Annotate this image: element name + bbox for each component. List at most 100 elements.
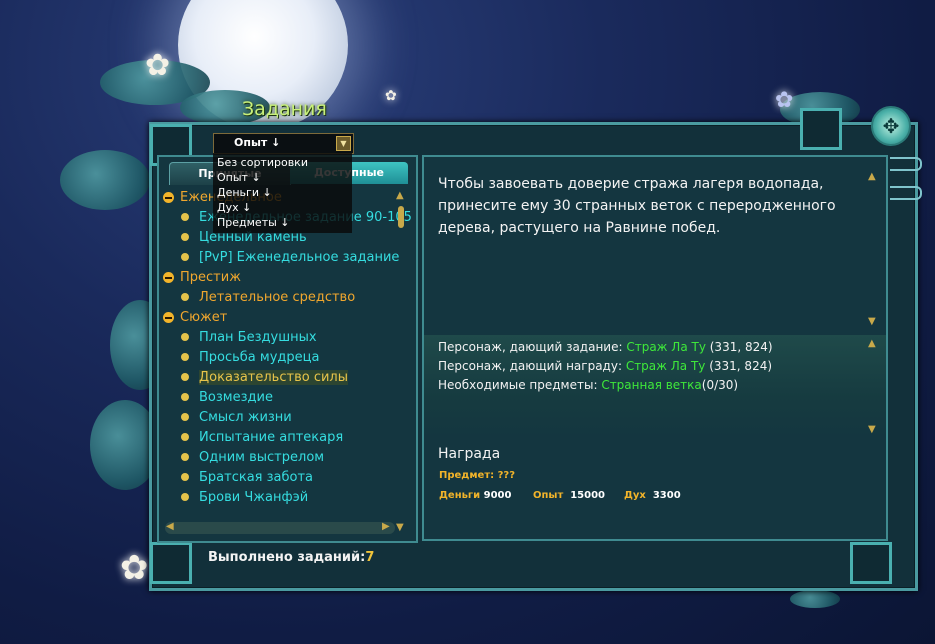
scroll-down-icon[interactable]: ▼ [396, 522, 408, 533]
sort-option-money[interactable]: Деньги ↓ [217, 186, 272, 199]
category-label: Сюжет [180, 310, 228, 325]
quest-label: Возмездие [199, 390, 273, 405]
reward-item-value[interactable]: ??? [498, 470, 515, 481]
required-items-line: Необходимые предметы: Странная ветка(0/3… [438, 378, 738, 392]
quest-item[interactable]: Одним выстрелом [181, 450, 325, 465]
reward-exp: Опыт 15000 [533, 490, 605, 501]
scroll-thumb[interactable] [398, 206, 404, 228]
sort-option-items[interactable]: Предметы ↓ [217, 216, 290, 229]
collapse-icon[interactable] [163, 272, 174, 283]
quest-item[interactable]: Братская забота [181, 470, 314, 485]
lotus-flower-icon: ✿ [775, 88, 794, 113]
lotus-flower-icon: ✿ [120, 548, 149, 588]
quest-item[interactable]: Смысл жизни [181, 410, 292, 425]
scroll-right-icon[interactable]: ▶ [382, 521, 394, 532]
required-item-name[interactable]: Странная ветка [601, 378, 701, 392]
required-items-label: Необходимые предметы: [438, 378, 602, 392]
quest-item[interactable]: Возмездие [181, 390, 273, 405]
quest-label: Просьба мудреца [199, 350, 320, 365]
reward-money: Деньги 9000 [439, 490, 511, 501]
quest-item[interactable]: Испытание аптекаря [181, 430, 343, 445]
quest-label: Братская забота [199, 470, 314, 485]
reward-exp-value: 15000 [570, 490, 606, 501]
sort-option-label: Опыт [217, 171, 248, 184]
category-story[interactable]: Сюжет [163, 310, 228, 325]
quest-item[interactable]: [PvP] Еженедельное задание [181, 250, 400, 265]
quest-description: Чтобы завоевать доверие стража лагеря во… [438, 176, 836, 236]
reward-item-label: Предмет: [439, 470, 495, 481]
quest-item[interactable]: Летательное средство [181, 290, 356, 305]
quest-label: Доказательство силы [199, 370, 348, 385]
bullet-icon [181, 333, 189, 341]
sort-option-label: Предметы [217, 216, 277, 229]
scroll-down-icon[interactable]: ▼ [868, 316, 880, 327]
quest-giver-coords: (331, 824) [705, 340, 773, 354]
bullet-icon [181, 473, 189, 481]
sort-option-label: Деньги [217, 186, 259, 199]
quest-item[interactable]: Брови Чжанфэй [181, 490, 309, 505]
sort-select[interactable]: Опыт ↓ ▼ [213, 133, 354, 154]
reward-spirit-label: Дух [624, 490, 646, 501]
completed-label: Выполнено заданий: [208, 550, 366, 565]
quest-item-selected[interactable]: Доказательство силы [181, 370, 348, 385]
sort-option-spirit[interactable]: Дух ↓ [217, 201, 251, 214]
bullet-icon [181, 493, 189, 501]
sort-arrow-icon: ↓ [251, 171, 261, 184]
lotus-flower-icon: ✿ [385, 88, 397, 104]
scroll-down-icon[interactable]: ▼ [868, 424, 880, 435]
quest-label: Брови Чжанфэй [199, 490, 309, 505]
scroll-left-icon[interactable]: ◀ [166, 521, 178, 532]
quest-rewarder-coords: (331, 824) [705, 359, 773, 373]
bullet-icon [181, 413, 189, 421]
bullet-icon [181, 353, 189, 361]
bullet-icon [181, 453, 189, 461]
lotus-flower-icon: ✿ [145, 48, 171, 83]
side-tab-button[interactable] [890, 186, 922, 200]
reward-money-value: 9000 [483, 490, 512, 501]
lotus-leaf-decoration [790, 590, 840, 608]
corner-knot-ornament [850, 542, 892, 584]
sort-arrow-icon: ↓ [262, 186, 272, 199]
quest-item[interactable]: Просьба мудреца [181, 350, 320, 365]
category-prestige[interactable]: Престиж [163, 270, 241, 285]
sort-arrow-icon: ↓ [280, 216, 290, 229]
bullet-icon [181, 373, 189, 381]
side-tab-button[interactable] [890, 157, 922, 171]
sort-option-label: Дух [217, 201, 239, 214]
quest-item[interactable]: План Бездушных [181, 330, 317, 345]
bullet-icon [181, 253, 189, 261]
quest-label: План Бездушных [199, 330, 317, 345]
quest-giver-name[interactable]: Страж Ла Ту [626, 340, 706, 354]
reward-money-label: Деньги [439, 490, 481, 501]
scroll-up-icon[interactable]: ▲ [868, 171, 880, 182]
sort-selected-text: Опыт [234, 136, 268, 149]
required-item-count: (0/30) [701, 378, 739, 392]
bullet-icon [181, 233, 189, 241]
window-title: Задания [242, 98, 327, 120]
collapse-icon[interactable] [163, 312, 174, 323]
quest-label: Смысл жизни [199, 410, 292, 425]
sort-arrow-icon: ↓ [242, 201, 252, 214]
quest-label: Одним выстрелом [199, 450, 325, 465]
reward-exp-label: Опыт [533, 490, 564, 501]
menu-emblem-icon[interactable]: ✥ [871, 106, 911, 146]
quest-giver-label: Персонаж, дающий задание: [438, 340, 627, 354]
reward-spirit-value: 3300 [652, 490, 681, 501]
quest-giver-line: Персонаж, дающий задание: Страж Ла Ту (3… [438, 340, 773, 354]
scroll-up-icon[interactable]: ▲ [868, 338, 880, 349]
scroll-up-icon[interactable]: ▲ [396, 190, 408, 201]
sort-option-exp[interactable]: Опыт ↓ [217, 171, 261, 184]
bullet-icon [181, 213, 189, 221]
sort-option-label: Без сортировки [217, 156, 308, 169]
quest-label: [PvP] Еженедельное задание [199, 250, 400, 265]
quest-rewarder-name[interactable]: Страж Ла Ту [626, 359, 706, 373]
completed-value: 7 [365, 550, 375, 565]
quest-label: Летательное средство [199, 290, 356, 305]
sort-arrow-icon: ↓ [271, 136, 281, 149]
horizontal-scrollbar[interactable] [165, 522, 395, 534]
dropdown-toggle-icon[interactable]: ▼ [336, 136, 351, 151]
bullet-icon [181, 433, 189, 441]
collapse-icon[interactable] [163, 192, 174, 203]
reward-heading: Награда [438, 446, 501, 462]
sort-option-none[interactable]: Без сортировки [217, 156, 308, 169]
